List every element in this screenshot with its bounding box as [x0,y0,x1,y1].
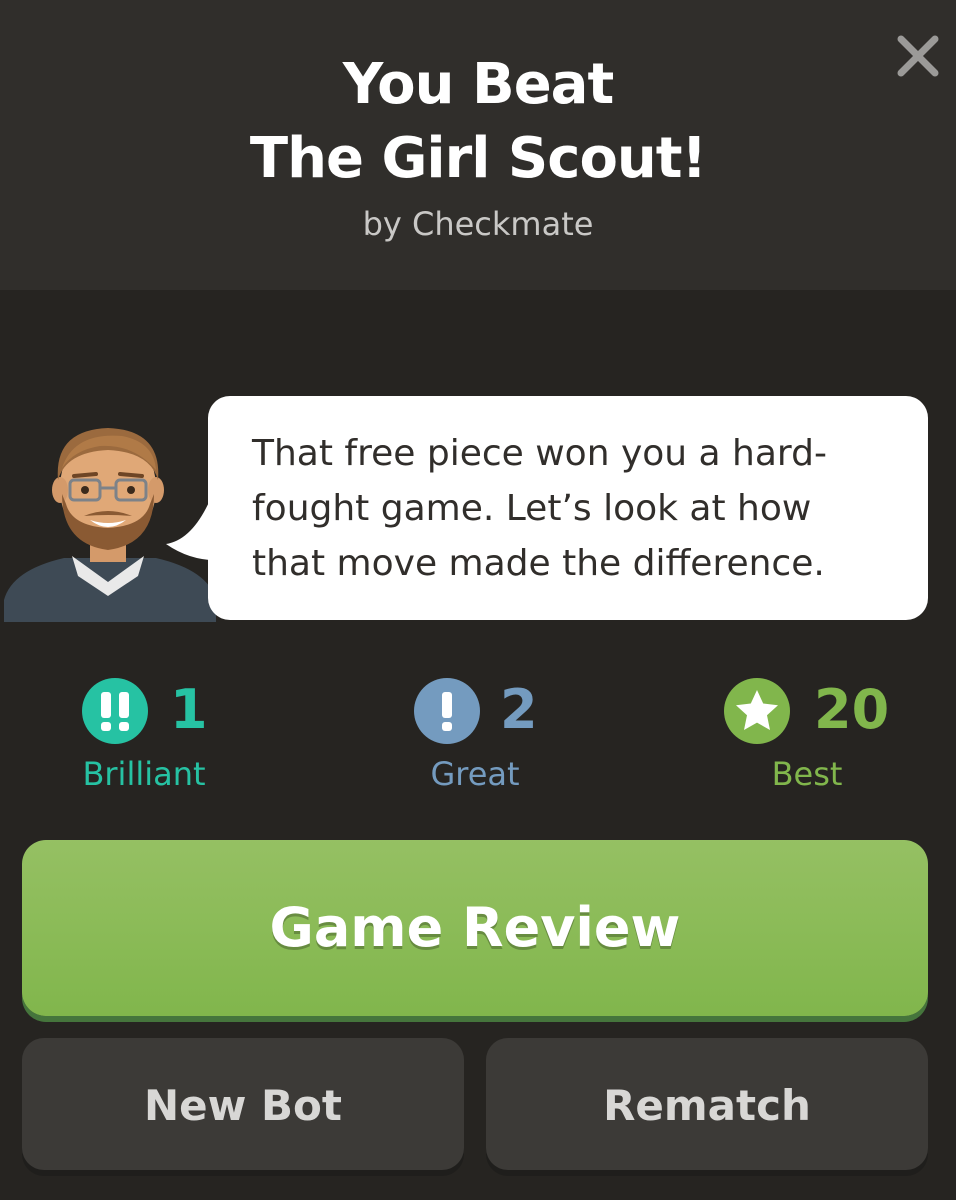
stat-best: 20 Best [722,672,902,802]
coach-message-line2: fought game. Let’s look at how [252,488,812,529]
coach-message-line3: that move made the difference. [252,543,825,584]
modal-header: You Beat The Girl Scout! by Checkmate [0,0,956,290]
great-count: 2 [500,678,538,741]
coach-speech-bubble: That free piece won you a hard- fought g… [208,396,928,620]
coach-message-line1: That free piece won you a hard- [252,433,827,474]
game-review-label: Game Review [269,896,681,959]
result-title-line2: The Girl Scout! [249,126,707,191]
rematch-label: Rematch [603,1081,811,1130]
stat-great: 2 Great [410,672,550,802]
game-over-modal: You Beat The Girl Scout! by Checkmate Th… [0,0,956,1200]
coach-message: That free piece won you a hard- fought g… [252,426,902,591]
new-bot-button[interactable]: New Bot [22,1038,464,1170]
result-title: You Beat The Girl Scout! [0,48,956,196]
best-icon [724,678,790,744]
best-label: Best [771,755,843,793]
brilliant-count: 1 [170,678,208,741]
brilliant-label: Brilliant [82,755,206,793]
best-count: 20 [814,678,890,741]
stat-brilliant: 1 Brilliant [70,672,230,802]
result-subtitle: by Checkmate [362,205,594,243]
game-review-button[interactable]: Game Review [22,840,928,1016]
brilliant-icon [82,678,148,744]
rematch-button[interactable]: Rematch [486,1038,928,1170]
new-bot-label: New Bot [143,1081,342,1130]
result-title-line1: You Beat [342,52,614,117]
great-label: Great [430,755,520,793]
great-icon [414,678,480,744]
